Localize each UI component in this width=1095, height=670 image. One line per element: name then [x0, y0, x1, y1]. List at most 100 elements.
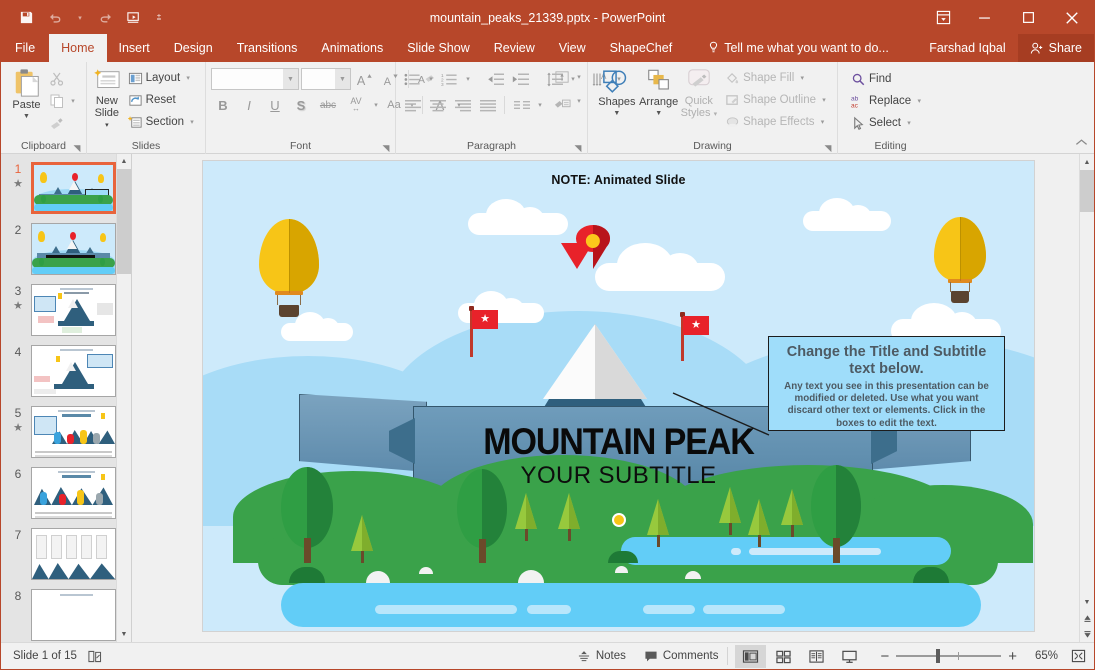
zoom-out-button[interactable]: − — [880, 648, 889, 665]
slide-show-view-button[interactable] — [834, 645, 865, 668]
shapes-button[interactable]: Shapes ▼ — [596, 66, 638, 117]
underline-button[interactable]: U — [263, 94, 287, 116]
ribbon-display-options-icon[interactable] — [924, 1, 962, 34]
increase-font-size-button[interactable]: A — [353, 68, 377, 90]
format-painter-button[interactable] — [46, 112, 81, 134]
scroll-down-icon[interactable]: ▼ — [1080, 594, 1094, 610]
normal-view-button[interactable] — [735, 644, 767, 668]
previous-slide-button[interactable] — [1080, 610, 1094, 626]
chevron-down-icon[interactable]: ▾ — [818, 118, 828, 126]
notes-page-icon[interactable] — [87, 649, 103, 664]
thumbnails-scrollbar[interactable]: ▲ ▼ — [116, 154, 131, 642]
replace-button[interactable]: ab ac Replace ▾ — [848, 90, 927, 112]
redo-icon[interactable] — [92, 6, 118, 30]
chevron-down-icon[interactable]: ▾ — [714, 111, 718, 118]
slide-sorter-view-button[interactable] — [768, 645, 799, 668]
align-right-button[interactable] — [451, 94, 474, 116]
cut-button[interactable] — [46, 68, 81, 90]
chevron-down-icon[interactable]: ▾ — [904, 119, 914, 127]
align-left-button[interactable] — [401, 94, 424, 116]
tab-file[interactable]: File — [1, 34, 49, 62]
decrease-indent-button[interactable] — [484, 68, 507, 90]
save-icon[interactable] — [13, 6, 39, 30]
tab-transitions[interactable]: Transitions — [225, 34, 310, 62]
tab-review[interactable]: Review — [482, 34, 547, 62]
scrollbar-thumb[interactable] — [1080, 170, 1094, 212]
numbering-button[interactable]: 123 — [438, 68, 461, 90]
tab-shapechef[interactable]: ShapeChef — [598, 34, 685, 62]
slide-title-block[interactable]: MOUNTAIN PEAK YOUR SUBTITLE — [203, 423, 1034, 490]
thumbnail-slide-7[interactable]: 7 — [1, 528, 116, 580]
shape-outline-button[interactable]: Shape Outline ▾ — [722, 89, 832, 111]
shape-effects-button[interactable]: Shape Effects ▾ — [722, 111, 832, 133]
thumbnail-slide-5[interactable]: 5 ★ — [1, 406, 116, 458]
maximize-icon[interactable] — [1006, 1, 1050, 34]
increase-indent-button[interactable] — [509, 68, 532, 90]
close-icon[interactable] — [1050, 1, 1094, 34]
quick-styles-button[interactable]: Quick Styles ▾ — [680, 66, 719, 120]
thumbnail-slide-6[interactable]: 6 — [1, 467, 116, 519]
chevron-down-icon[interactable]: ▾ — [105, 122, 109, 129]
paste-button[interactable]: Paste ▼ — [9, 66, 44, 120]
font-size-combo[interactable]: ▼ — [301, 68, 351, 90]
tab-animations[interactable]: Animations — [309, 34, 395, 62]
scroll-up-icon[interactable]: ▲ — [117, 154, 131, 169]
tab-design[interactable]: Design — [162, 34, 225, 62]
thumbnail-slide-1[interactable]: 1 ★ — [1, 162, 116, 214]
scrollbar-thumb[interactable] — [117, 169, 131, 274]
chevron-down-icon[interactable]: ▾ — [535, 101, 545, 109]
present-icon[interactable] — [121, 6, 147, 30]
chevron-down-icon[interactable]: ▾ — [463, 75, 473, 83]
notes-button[interactable]: Notes — [568, 643, 635, 670]
share-button[interactable]: Share — [1017, 34, 1094, 62]
tab-view[interactable]: View — [547, 34, 598, 62]
font-name-combo[interactable]: ▼ — [211, 68, 299, 90]
justify-button[interactable] — [476, 94, 499, 116]
zoom-level[interactable]: 65% — [1024, 650, 1058, 662]
slide-vertical-scrollbar[interactable]: ▲ ▼ — [1079, 154, 1094, 642]
clipboard-dialog-launcher[interactable]: ◥ — [72, 143, 82, 153]
layout-button[interactable]: Layout ▾ — [125, 67, 200, 89]
bold-button[interactable]: B — [211, 94, 235, 116]
columns-button[interactable] — [510, 94, 533, 116]
collapse-ribbon-button[interactable] — [1075, 138, 1088, 150]
strikethrough-button[interactable]: abc — [315, 94, 341, 116]
tab-home[interactable]: Home — [49, 34, 107, 62]
account-name[interactable]: Farshad Iqbal — [917, 41, 1017, 55]
copy-button[interactable]: ▾ — [46, 90, 81, 112]
chevron-down-icon[interactable]: ▾ — [819, 96, 829, 104]
chevron-down-icon[interactable]: ▾ — [371, 101, 381, 109]
chevron-down-icon[interactable]: ▾ — [797, 74, 807, 82]
thumbnail-slide-4[interactable]: 4 — [1, 345, 116, 397]
reading-view-button[interactable] — [801, 645, 832, 668]
scroll-up-icon[interactable]: ▲ — [1080, 154, 1094, 170]
align-center-button[interactable] — [426, 94, 449, 116]
paragraph-dialog-launcher[interactable]: ◥ — [573, 143, 583, 153]
next-slide-button[interactable] — [1080, 626, 1094, 642]
chevron-down-icon[interactable]: ▼ — [23, 113, 30, 120]
zoom-slider-handle[interactable] — [936, 649, 941, 663]
text-shadow-button[interactable]: S — [289, 94, 313, 116]
reset-button[interactable]: Reset — [125, 89, 200, 111]
align-text-button[interactable] — [551, 66, 574, 88]
scroll-down-icon[interactable]: ▼ — [117, 627, 131, 642]
slide-thumbnails-pane[interactable]: 1 ★ 2 3 ★ 4 5 ★ 6 7 8 ▲ ▼ — [1, 154, 132, 642]
chevron-down-icon[interactable]: ▼ — [283, 69, 298, 89]
convert-to-smartart-button[interactable] — [551, 90, 574, 112]
callout-textbox[interactable]: Change the Title and Subtitle text below… — [768, 336, 1005, 431]
new-slide-button[interactable]: New Slide ▾ — [92, 66, 122, 132]
font-dialog-launcher[interactable]: ◥ — [381, 143, 391, 153]
chevron-down-icon[interactable]: ▼ — [613, 110, 620, 117]
chevron-down-icon[interactable]: ▾ — [187, 118, 197, 126]
chevron-down-icon[interactable]: ▾ — [574, 73, 584, 81]
section-button[interactable]: Section ▾ — [125, 111, 200, 133]
minimize-icon[interactable] — [962, 1, 1006, 34]
drawing-dialog-launcher[interactable]: ◥ — [823, 143, 833, 153]
undo-dropdown-icon[interactable]: ▾ — [71, 6, 89, 30]
chevron-down-icon[interactable]: ⩲ — [150, 6, 168, 30]
thumbnail-slide-3[interactable]: 3 ★ — [1, 284, 116, 336]
chevron-down-icon[interactable]: ▾ — [574, 97, 584, 105]
thumbnail-slide-8[interactable]: 8 — [1, 589, 116, 641]
chevron-down-icon[interactable]: ▾ — [914, 97, 924, 105]
select-button[interactable]: Select ▾ — [848, 112, 927, 134]
